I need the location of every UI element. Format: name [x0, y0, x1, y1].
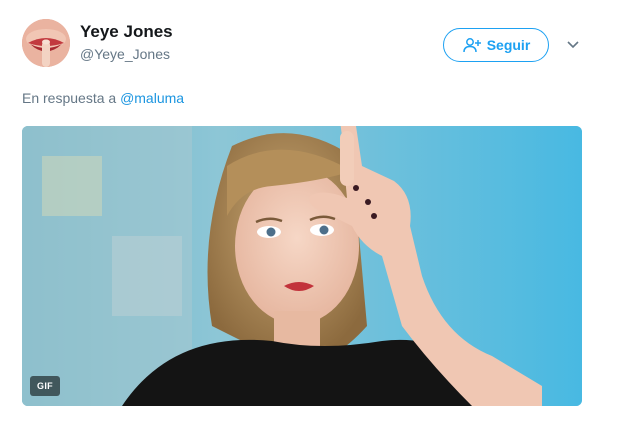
avatar-image — [22, 19, 70, 67]
reply-context: En respuesta a @maluma — [22, 90, 184, 106]
add-user-icon — [462, 37, 482, 53]
author-avatar[interactable] — [22, 19, 70, 67]
gif-media-image — [22, 126, 582, 406]
follow-button-label: Seguir — [486, 37, 531, 53]
follow-button[interactable]: Seguir — [443, 28, 549, 62]
reply-prefix: En respuesta a — [22, 90, 121, 106]
reply-mention-link[interactable]: @maluma — [120, 90, 184, 106]
more-options-button[interactable] — [562, 34, 584, 56]
tweet-card: Yeye Jones @Yeye_Jones Seguir En respues… — [0, 0, 622, 421]
author-display-name[interactable]: Yeye Jones — [80, 22, 173, 42]
gif-badge: GIF — [30, 376, 60, 396]
chevron-down-icon — [567, 41, 579, 49]
gif-media[interactable] — [22, 126, 582, 406]
author-screen-name: @Yeye_Jones — [80, 46, 170, 62]
